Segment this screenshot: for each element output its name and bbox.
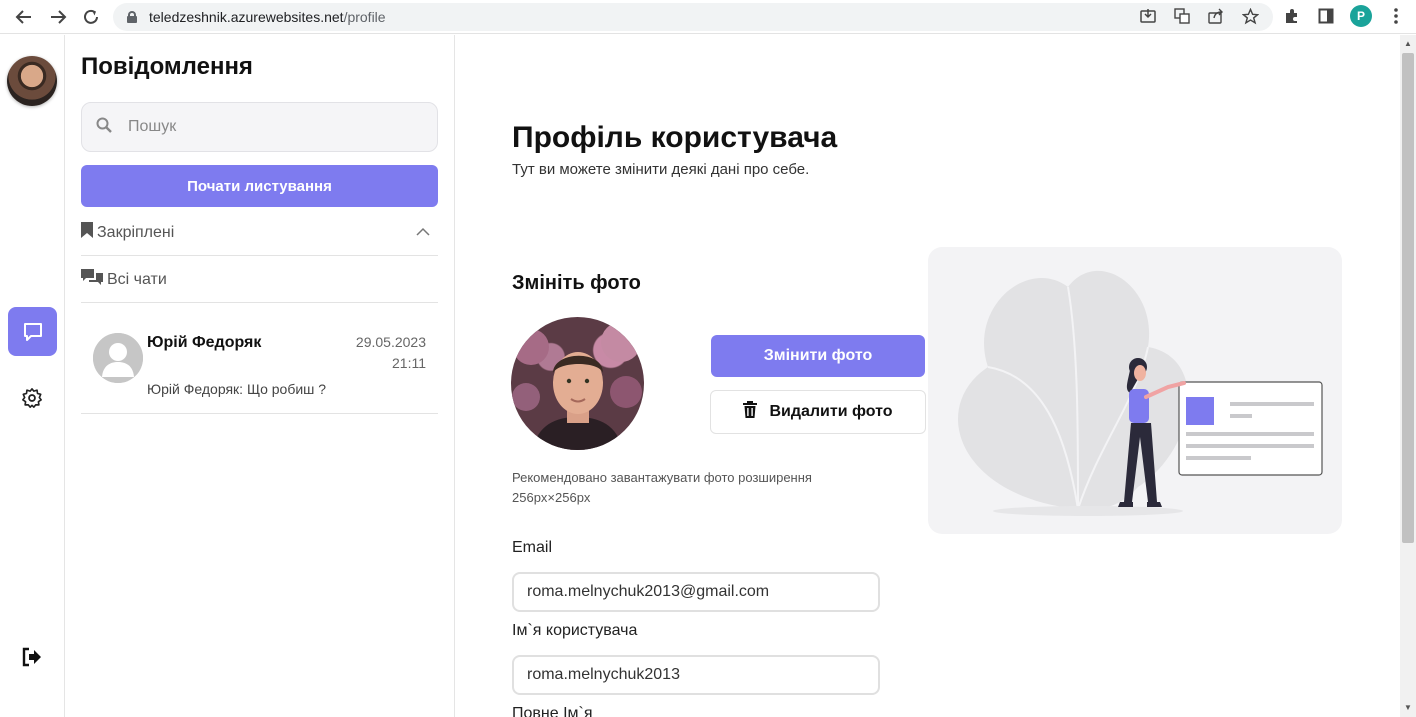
- all-chats-section-header[interactable]: Всі чати: [81, 257, 438, 303]
- search-input[interactable]: [128, 118, 408, 136]
- sidebar-title: Повідомлення: [81, 53, 253, 80]
- chat-icon[interactable]: [8, 307, 57, 356]
- pinned-section-header[interactable]: Закріплені: [81, 210, 438, 256]
- change-photo-button[interactable]: Змінити фото: [711, 335, 925, 377]
- page-title: Профіль користувача: [512, 121, 838, 154]
- all-chats-label: Всі чати: [107, 270, 167, 288]
- address-bar[interactable]: teledzeshnik.azurewebsites.net/profile: [113, 3, 1273, 31]
- profile-page: Профіль користувача Тут ви можете змінит…: [456, 35, 1400, 717]
- profile-illustration: [928, 247, 1342, 534]
- email-label: Email: [512, 539, 553, 556]
- gear-icon[interactable]: [20, 386, 44, 410]
- photo-section-title: Змініть фото: [512, 272, 641, 294]
- side-panel-icon[interactable]: [1316, 5, 1336, 27]
- chevron-up-icon[interactable]: [416, 224, 430, 242]
- username-label: Ім`я користувача: [512, 622, 638, 639]
- chat-last-message: Юрій Федоряк: Що робиш ?: [147, 381, 327, 397]
- lock-icon: [127, 11, 137, 23]
- scroll-down-icon[interactable]: ▼: [1404, 703, 1412, 712]
- chats-sidebar: Повідомлення Почати листування Закріплен…: [65, 35, 455, 717]
- delete-photo-label: Видалити фото: [769, 403, 893, 420]
- logout-icon[interactable]: [20, 645, 44, 669]
- page-subtitle: Тут ви можете змінити деякі дані про себ…: [512, 161, 810, 178]
- extensions-icon[interactable]: [1282, 5, 1302, 27]
- back-icon[interactable]: [13, 6, 35, 28]
- fullname-label: Повне Ім`я: [512, 705, 593, 717]
- profile-photo: [511, 317, 644, 450]
- share-icon[interactable]: [1206, 5, 1226, 27]
- chat-date: 29.05.2023: [355, 334, 426, 350]
- browser-toolbar: teledzeshnik.azurewebsites.net/profile P: [0, 0, 1416, 34]
- delete-photo-button[interactable]: Видалити фото: [710, 390, 926, 434]
- star-icon[interactable]: [1240, 5, 1260, 27]
- scroll-up-icon[interactable]: ▲: [1404, 39, 1412, 48]
- scrollbar-thumb[interactable]: [1402, 53, 1414, 543]
- url-path: /profile: [343, 9, 386, 25]
- start-chat-button[interactable]: Почати листування: [81, 165, 438, 207]
- pinned-label: Закріплені: [97, 223, 175, 241]
- chats-icon: [81, 269, 103, 290]
- photo-size-hint: Рекомендовано завантажувати фото розшире…: [512, 470, 812, 505]
- chat-time: 21:11: [392, 355, 426, 371]
- forward-icon[interactable]: [47, 6, 69, 28]
- install-icon[interactable]: [1138, 5, 1158, 27]
- translate-icon[interactable]: [1172, 5, 1192, 27]
- chat-timestamp: 29.05.2023 21:11: [356, 332, 426, 374]
- chat-contact-name: Юрій Федоряк: [147, 334, 262, 351]
- user-avatar[interactable]: [7, 56, 57, 106]
- username-field[interactable]: [512, 655, 880, 695]
- email-field[interactable]: [512, 572, 880, 612]
- url-host: teledzeshnik.azurewebsites.net: [149, 9, 344, 25]
- contact-avatar-icon: [93, 333, 143, 383]
- trash-icon: [743, 401, 758, 423]
- menu-icon[interactable]: [1386, 5, 1406, 27]
- browser-profile-avatar[interactable]: P: [1350, 5, 1372, 27]
- page-scrollbar[interactable]: ▲ ▼: [1400, 35, 1416, 717]
- reload-icon[interactable]: [80, 6, 102, 28]
- search-box[interactable]: [81, 102, 438, 152]
- left-rail: [0, 35, 65, 717]
- search-icon: [96, 117, 112, 138]
- chat-list-item[interactable]: Юрій Федоряк 29.05.2023 21:11 Юрій Федор…: [81, 305, 438, 414]
- bookmark-icon: [81, 222, 93, 243]
